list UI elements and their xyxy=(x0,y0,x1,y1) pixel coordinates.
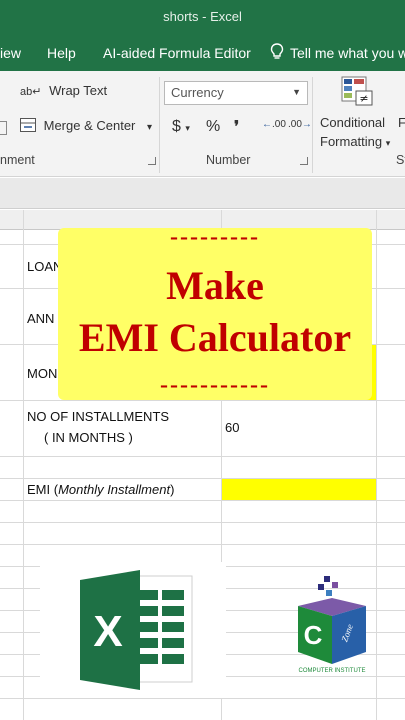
group-divider xyxy=(159,77,160,173)
grid-row-line xyxy=(0,698,405,699)
headline-emi-calculator: EMI Calculator xyxy=(78,315,352,360)
merge-center-label: Merge & Center xyxy=(43,118,136,133)
title-overlay: --------- Make EMI Calculator ----------… xyxy=(58,224,372,400)
number-format-select[interactable]: Currency ▼ xyxy=(164,81,308,105)
grid-row-line xyxy=(0,500,405,501)
wrap-text-button[interactable]: ab↵ Wrap Text xyxy=(20,83,107,98)
wrap-text-icon: ab↵ xyxy=(20,86,42,98)
emi-result-cell[interactable] xyxy=(222,479,376,500)
grid-row-line xyxy=(0,400,405,401)
tab-ai-formula-editor[interactable]: AI-aided Formula Editor xyxy=(103,45,251,61)
format-as-table-partial[interactable]: F xyxy=(398,115,405,130)
installments-label: NO OF INSTALLMENTS xyxy=(27,409,170,424)
increase-decimal-button[interactable]: ←.00 xyxy=(262,119,286,130)
formatting-label: Formatting ▾ xyxy=(320,134,391,149)
styles-group-label: St xyxy=(396,153,405,167)
title-bar: shorts - Excel xyxy=(0,0,405,34)
chevron-down-icon: ▾ xyxy=(147,122,153,133)
tab-help[interactable]: Help xyxy=(47,45,76,61)
installments-value[interactable]: 60 xyxy=(225,420,239,435)
group-divider xyxy=(312,77,313,173)
svg-text:C: C xyxy=(304,620,323,650)
emi-label: EMI (Monthly Installment) xyxy=(27,482,175,497)
dropdown-caret-icon: ▼ xyxy=(292,87,301,97)
grid-column-line xyxy=(23,210,24,720)
conditional-formatting-button[interactable]: ≠ Conditional Formatting ▾ xyxy=(320,75,396,151)
ribbon-home: ab↵ Wrap Text Merge & Center ▾ nment Cur… xyxy=(0,71,405,177)
conditional-label: Conditional xyxy=(320,115,386,130)
increase-decimal-label: .00 xyxy=(272,119,286,130)
alignment-group-label: nment xyxy=(0,153,35,167)
merge-center-icon xyxy=(20,118,36,132)
excel-logo-icon: X xyxy=(40,562,226,698)
percent-button[interactable]: % xyxy=(206,118,220,136)
monthly-label: MON xyxy=(27,366,58,381)
svg-text:COMPUTER INSTITUTE: COMPUTER INSTITUTE xyxy=(299,668,366,674)
comma-style-button[interactable]: ❜ xyxy=(234,117,239,137)
indent-icon[interactable] xyxy=(0,121,7,135)
currency-symbol: $ xyxy=(172,118,181,135)
tell-me-search[interactable]: Tell me what you wa xyxy=(290,45,405,61)
merge-center-button[interactable]: Merge & Center ▾ xyxy=(20,118,152,133)
decrease-decimal-button[interactable]: .00→ xyxy=(288,119,312,130)
computer-zone-logo: C Zone COMPUTER INSTITUTE xyxy=(298,576,366,674)
number-format-value: Currency xyxy=(171,85,224,100)
grid-column-line xyxy=(376,210,377,720)
grid-row-line xyxy=(0,456,405,457)
arrow-left-icon: ← xyxy=(262,119,272,130)
tab-view[interactable]: iew xyxy=(0,45,21,61)
svg-text:≠: ≠ xyxy=(359,92,368,105)
dashes-top: --------- xyxy=(170,224,260,250)
alignment-launcher-icon[interactable] xyxy=(148,157,156,165)
grid-row-line xyxy=(0,522,405,523)
number-group-label: Number xyxy=(206,153,251,167)
arrow-right-icon: → xyxy=(301,119,312,130)
window-title: shorts - Excel xyxy=(163,9,242,24)
dashes-bottom: ----------- xyxy=(160,372,270,398)
grid-row-line xyxy=(0,544,405,545)
chevron-down-icon: ▾ xyxy=(185,123,190,133)
wrap-text-label: Wrap Text xyxy=(49,83,108,98)
ribbon-tabs: iew Help AI-aided Formula Editor Tell me… xyxy=(0,34,405,71)
installments-unit-label: ( IN MONTHS ) xyxy=(44,430,133,445)
annual-label: ANN xyxy=(27,311,55,326)
conditional-formatting-icon: ≠ xyxy=(341,76,373,106)
currency-button[interactable]: $ ▾ xyxy=(172,118,190,136)
number-launcher-icon[interactable] xyxy=(300,157,308,165)
formula-bar-area xyxy=(0,178,405,209)
lightbulb-icon xyxy=(270,43,284,59)
headline-make: Make xyxy=(166,263,264,308)
decrease-decimal-label: .00 xyxy=(288,119,302,130)
svg-text:X: X xyxy=(93,607,122,656)
